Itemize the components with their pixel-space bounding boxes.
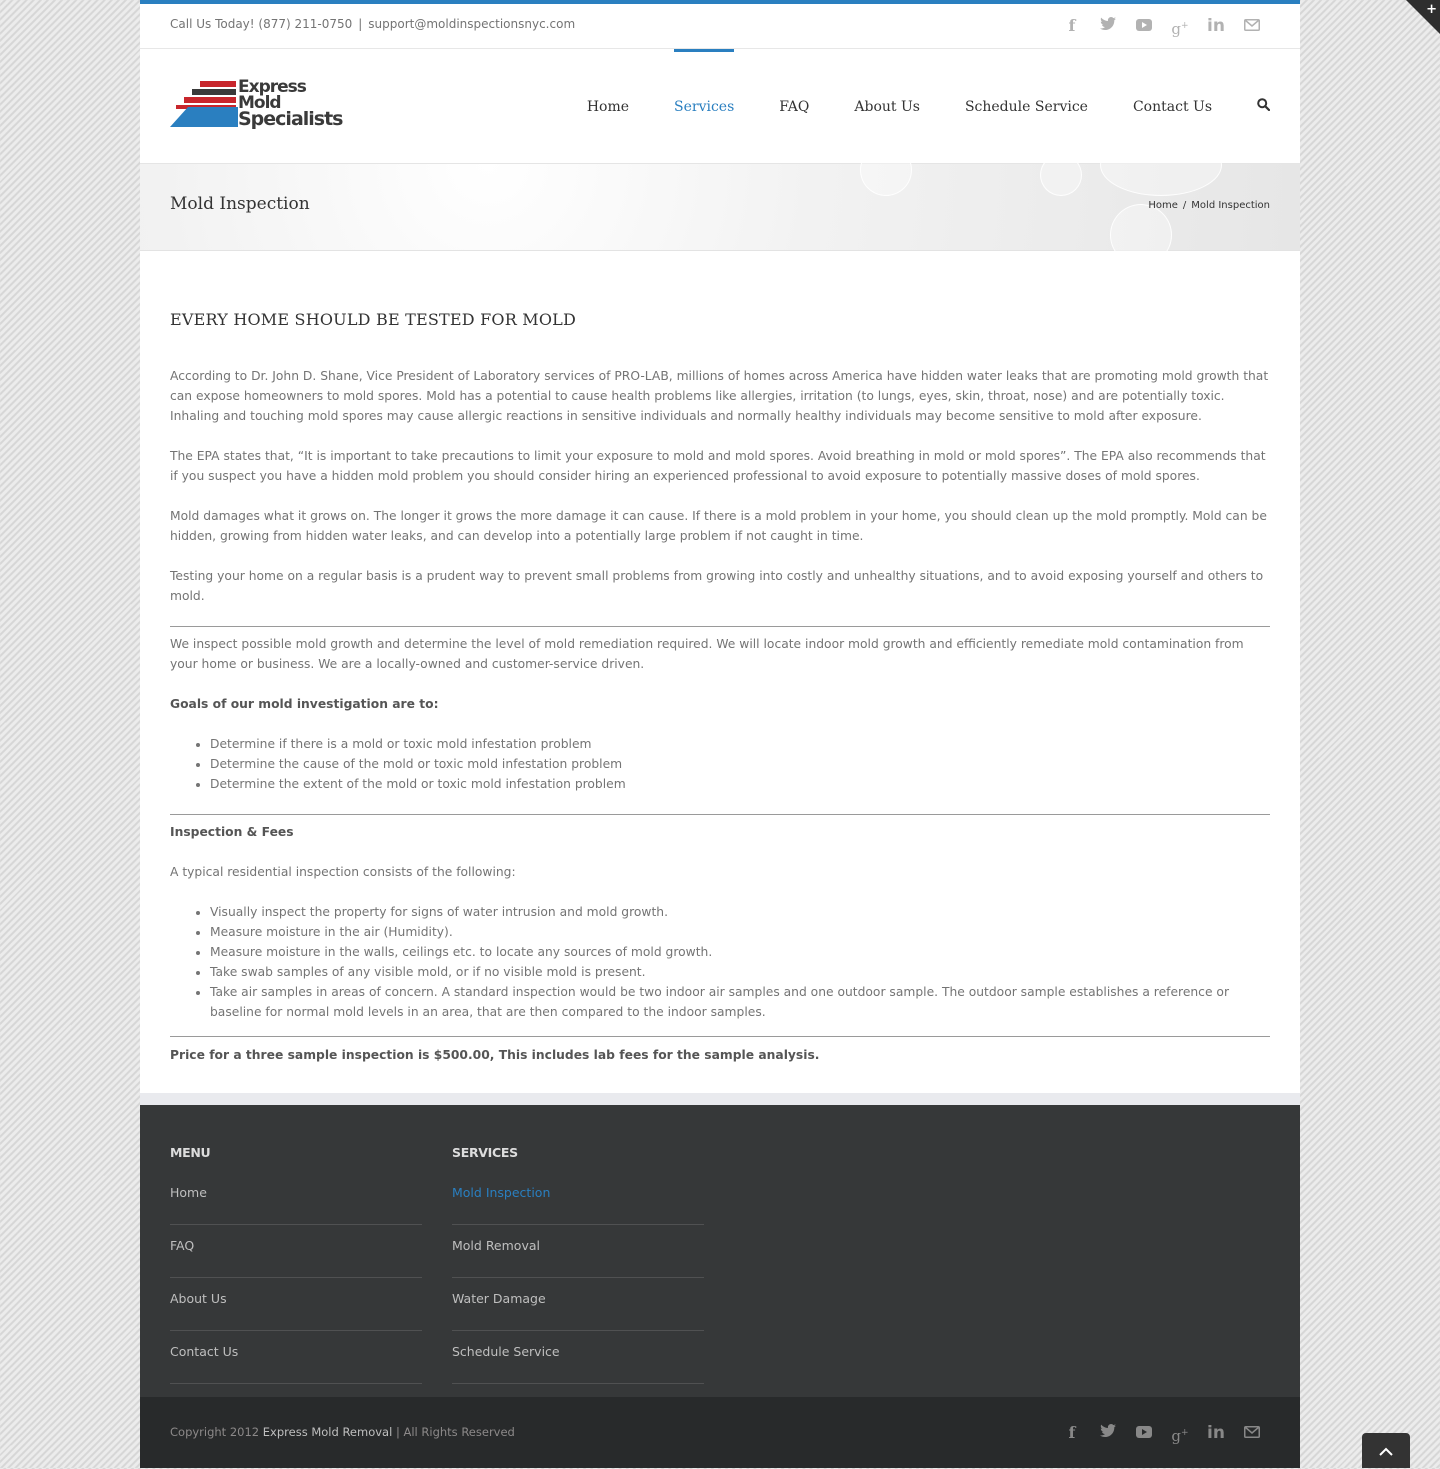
- facebook-icon[interactable]: f: [1054, 16, 1090, 39]
- list-item: Determine if there is a mold or toxic mo…: [210, 734, 1270, 754]
- search-icon[interactable]: [1257, 97, 1271, 115]
- goals-list: Determine if there is a mold or toxic mo…: [170, 734, 1270, 794]
- phone-text: Call Us Today! (877) 211-0750: [170, 17, 353, 31]
- footer-link-about-us[interactable]: About Us: [170, 1286, 422, 1331]
- fees-heading-text: Inspection & Fees: [170, 825, 294, 839]
- breadcrumb: Home / Mold Inspection: [1148, 200, 1270, 211]
- list-item: Take swab samples of any visible mold, o…: [210, 962, 1270, 982]
- logo-line-3: Specialists: [238, 108, 343, 130]
- goals-heading: Goals of our mold investigation are to:: [170, 694, 1270, 714]
- nav-faq[interactable]: FAQ: [779, 49, 809, 163]
- nav-schedule-service[interactable]: Schedule Service: [965, 49, 1088, 163]
- footer-menu-column: MENU Home FAQ About Us Contact Us: [170, 1145, 422, 1392]
- top-bar: Call Us Today! (877) 211-0750 | support@mo…: [140, 0, 1300, 49]
- breadcrumb-current: Mold Inspection: [1191, 200, 1270, 211]
- footer-services-column: SERVICES Mold Inspection Mold Removal Wa…: [452, 1145, 704, 1392]
- paragraph: The EPA states that, “It is important to…: [170, 449, 1266, 483]
- social-links: f g+ in: [1054, 16, 1270, 39]
- footer-link-faq[interactable]: FAQ: [170, 1233, 422, 1278]
- email-link[interactable]: support@moldinspectionsnyc.com: [368, 17, 575, 31]
- twitter-icon[interactable]: [1090, 16, 1126, 39]
- copyright-prefix: Copyright 2012: [170, 1425, 260, 1439]
- email-icon[interactable]: [1234, 16, 1270, 39]
- footer-link-contact-us[interactable]: Contact Us: [170, 1339, 422, 1384]
- decorative-bubble: [860, 144, 912, 196]
- footer-link-mold-inspection[interactable]: Mold Inspection: [452, 1180, 704, 1225]
- paragraph: Testing your home on a regular basis is …: [170, 569, 1264, 603]
- inspection-list: Visually inspect the property for signs …: [170, 902, 1270, 1022]
- separator: |: [358, 17, 363, 31]
- contact-info: Call Us Today! (877) 211-0750 | support@mo…: [170, 17, 575, 31]
- fees-heading: Inspection & Fees: [170, 822, 1270, 842]
- facebook-icon[interactable]: f: [1054, 1423, 1090, 1446]
- goals-heading-text: Goals of our mold investigation are to:: [170, 697, 439, 711]
- footer-social-links: f g+ in: [1054, 1423, 1270, 1446]
- paragraph: According to Dr. John D. Shane, Vice Pre…: [170, 369, 1269, 423]
- divider: [170, 1036, 1270, 1037]
- logo-text: Express Mold Specialists: [238, 79, 343, 130]
- copyright-text: Copyright 2012 Express Mold Removal | Al…: [170, 1425, 515, 1439]
- footer-link-home[interactable]: Home: [170, 1180, 422, 1225]
- decorative-bubble: [1100, 134, 1222, 196]
- linkedin-icon[interactable]: in: [1198, 1423, 1234, 1446]
- paragraph: A typical residential inspection consist…: [170, 865, 516, 879]
- main-content: EVERY HOME SHOULD BE TESTED FOR MOLD Acc…: [170, 310, 1270, 1085]
- list-item: Visually inspect the property for signs …: [210, 902, 1270, 922]
- twitter-icon[interactable]: [1090, 1423, 1126, 1446]
- footer-services-heading: SERVICES: [452, 1145, 518, 1160]
- list-item: Determine the cause of the mold or toxic…: [210, 754, 1270, 774]
- logo-stripe: [184, 97, 236, 103]
- decorative-bubble: [1040, 154, 1082, 196]
- logo-stripe: [200, 81, 236, 87]
- logo-roof-shape: [170, 107, 238, 127]
- footer-link-schedule-service[interactable]: Schedule Service: [452, 1339, 704, 1384]
- breadcrumb-home[interactable]: Home: [1148, 200, 1178, 211]
- copyright-suffix: | All Rights Reserved: [395, 1425, 515, 1439]
- list-item: Determine the extent of the mold or toxi…: [210, 774, 1270, 794]
- page-wrapper: Call Us Today! (877) 211-0750 | support@mo…: [140, 0, 1300, 1468]
- sliding-bar-toggle[interactable]: +: [1406, 0, 1440, 34]
- footer-link-water-damage[interactable]: Water Damage: [452, 1286, 704, 1331]
- footer-link-mold-removal[interactable]: Mold Removal: [452, 1233, 704, 1278]
- list-item: Take air samples in areas of concern. A …: [210, 982, 1270, 1022]
- footer-gap: [140, 1093, 1300, 1105]
- chevron-up-icon: [1379, 1447, 1393, 1456]
- google-plus-icon[interactable]: g+: [1162, 1423, 1198, 1446]
- breadcrumb-separator: /: [1182, 200, 1187, 211]
- decorative-bubble: [1110, 204, 1172, 266]
- back-to-top-button[interactable]: [1362, 1433, 1410, 1468]
- paragraph: Mold damages what it grows on. The longe…: [170, 509, 1267, 543]
- divider: [170, 626, 1270, 627]
- copyright-bar: Copyright 2012 Express Mold Removal | Al…: [140, 1397, 1300, 1468]
- footer: MENU Home FAQ About Us Contact Us SERVIC…: [140, 1105, 1300, 1397]
- nav-services[interactable]: Services: [674, 49, 735, 163]
- nav-home[interactable]: Home: [587, 49, 629, 163]
- youtube-icon[interactable]: [1126, 16, 1162, 39]
- site-logo[interactable]: Express Mold Specialists: [170, 79, 352, 131]
- youtube-icon[interactable]: [1126, 1423, 1162, 1446]
- email-icon[interactable]: [1234, 1423, 1270, 1446]
- list-item: Measure moisture in the walls, ceilings …: [210, 942, 1270, 962]
- plus-icon: +: [1426, 2, 1437, 17]
- paragraph: We inspect possible mold growth and dete…: [170, 637, 1244, 671]
- footer-menu-heading: MENU: [170, 1145, 211, 1160]
- content-heading: EVERY HOME SHOULD BE TESTED FOR MOLD: [170, 310, 576, 329]
- google-plus-icon[interactable]: g+: [1162, 16, 1198, 39]
- price-text-bold: Price for a three sample inspection is $…: [170, 1048, 820, 1062]
- linkedin-icon[interactable]: in: [1198, 16, 1234, 39]
- price-text: Price for a three sample inspection is $…: [170, 1045, 1270, 1065]
- page-title: Mold Inspection: [170, 194, 310, 214]
- page-title-bar: Mold Inspection Home / Mold Inspection: [140, 134, 1300, 266]
- list-item: Measure moisture in the air (Humidity).: [210, 922, 1270, 942]
- copyright-brand-link[interactable]: Express Mold Removal: [263, 1425, 393, 1439]
- logo-stripe: [192, 89, 236, 95]
- divider: [170, 814, 1270, 815]
